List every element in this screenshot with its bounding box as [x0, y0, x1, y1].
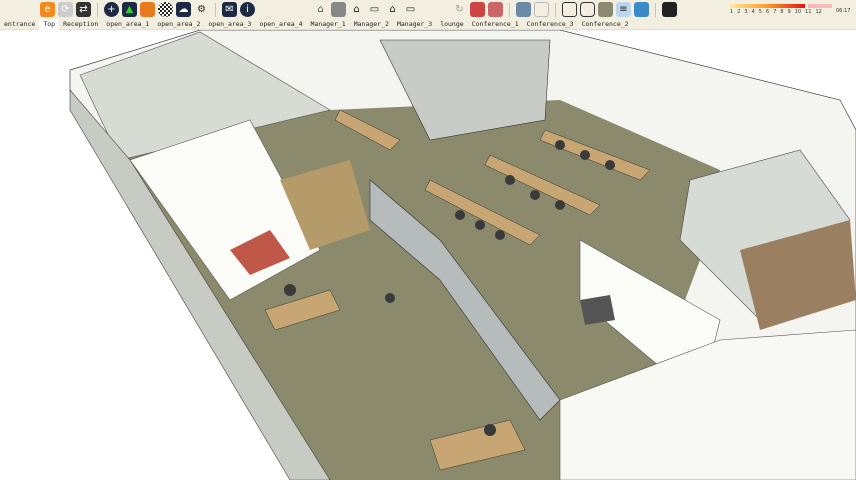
- tab-open-area-4[interactable]: open_area_4: [255, 19, 306, 30]
- tab-conference-3[interactable]: Conference_3: [523, 19, 578, 30]
- month-label: 11: [805, 9, 812, 15]
- tab-open-area-3[interactable]: open_area_3: [204, 19, 255, 30]
- tab-lounge[interactable]: lounge: [436, 19, 467, 30]
- box-open-icon[interactable]: ▭: [367, 2, 382, 17]
- house-icon[interactable]: ⌂: [313, 2, 328, 17]
- add-icon[interactable]: +: [104, 2, 119, 17]
- month-label: 6: [765, 9, 770, 15]
- tab-conference-1[interactable]: Conference_1: [468, 19, 523, 30]
- tab-conference-2[interactable]: Conference_2: [578, 19, 633, 30]
- cube-wire-icon[interactable]: [562, 2, 577, 17]
- month-label: 3: [744, 9, 748, 15]
- info-icon[interactable]: i: [240, 2, 255, 17]
- rotate-icon[interactable]: ↻: [452, 2, 467, 17]
- cube-outline-icon[interactable]: [580, 2, 595, 17]
- render-go-icon[interactable]: [488, 2, 503, 17]
- cloud-upload-icon[interactable]: ☁: [176, 2, 191, 17]
- render-icon[interactable]: [470, 2, 485, 17]
- tree-icon[interactable]: ▲: [122, 2, 137, 17]
- box-icon[interactable]: ▭: [403, 2, 418, 17]
- tab-open-area-2[interactable]: open_area_2: [153, 19, 204, 30]
- mail-icon[interactable]: ✉: [222, 2, 237, 17]
- cube-blue-icon[interactable]: [634, 2, 649, 17]
- tab-entrance[interactable]: entrance: [0, 19, 39, 30]
- office-model: [69, 30, 856, 480]
- door-icon[interactable]: [331, 2, 346, 17]
- cube-shaded-icon[interactable]: [598, 2, 613, 17]
- settings-icon[interactable]: ⚙: [194, 2, 209, 17]
- layer-swap-icon[interactable]: ⇄: [76, 2, 91, 17]
- shadow-toggle-icon[interactable]: [662, 2, 677, 17]
- tab-manager-2[interactable]: Manager_2: [350, 19, 393, 30]
- terrain-icon[interactable]: [140, 2, 155, 17]
- month-label: 4: [751, 9, 755, 15]
- sphere-icon[interactable]: [158, 2, 173, 17]
- scene-tabs: entrance Top Reception open_area_1 open_…: [0, 18, 856, 30]
- home-icon[interactable]: ⌂: [349, 2, 364, 17]
- month-label: 1: [730, 9, 734, 15]
- house-outline-icon[interactable]: ⌂: [385, 2, 400, 17]
- month-label: 2: [737, 9, 741, 15]
- section-outline-icon[interactable]: [534, 2, 549, 17]
- tab-reception[interactable]: Reception: [59, 19, 102, 30]
- extension-warehouse-icon[interactable]: e: [40, 2, 55, 17]
- shadow-time[interactable]: 06:17: [836, 8, 850, 14]
- shadow-month-slider[interactable]: 1 2 3 4 5 6 7 8 9 10 11 12: [728, 3, 834, 17]
- tab-manager-1[interactable]: Manager_1: [306, 19, 349, 30]
- month-label: 5: [758, 9, 762, 15]
- tab-manager-3[interactable]: Manager_3: [393, 19, 436, 30]
- month-label: 7: [773, 9, 777, 15]
- reload-icon[interactable]: ⟳: [58, 2, 73, 17]
- section-icon[interactable]: [516, 2, 531, 17]
- month-label: 9: [787, 9, 791, 15]
- month-label: 10: [794, 9, 802, 15]
- tab-top[interactable]: Top: [39, 18, 60, 30]
- tab-open-area-1[interactable]: open_area_1: [102, 19, 153, 30]
- cube-textured-icon[interactable]: ≡: [616, 2, 631, 17]
- 3d-viewport[interactable]: [0, 30, 856, 480]
- month-label: 8: [780, 9, 784, 15]
- month-label: 12: [815, 9, 822, 15]
